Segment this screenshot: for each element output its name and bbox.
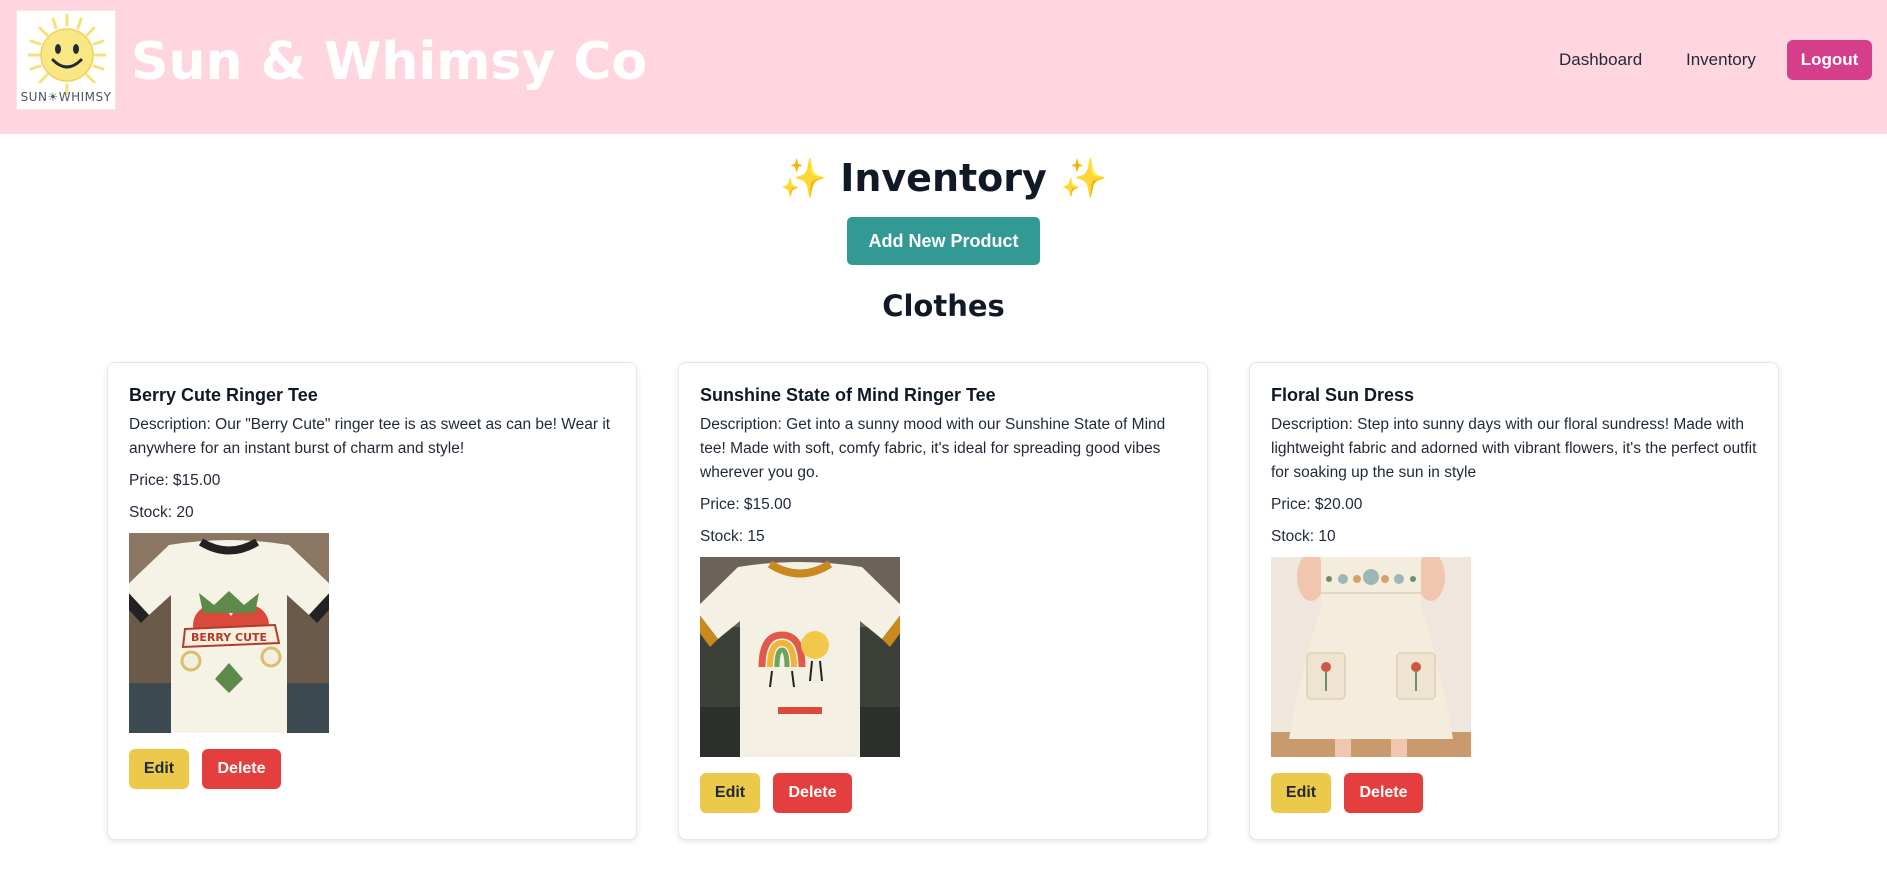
page-title: ✨ Inventory ✨ — [0, 150, 1887, 206]
logout-button[interactable]: Logout — [1787, 40, 1872, 80]
product-description: Description: Step into sunny days with o… — [1271, 416, 1757, 481]
tee-image-icon: BERRY CUTE — [129, 533, 329, 733]
card-actions: Edit Delete — [129, 749, 615, 789]
delete-button[interactable]: Delete — [1344, 773, 1423, 813]
brand-title: Sun & Whimsy Co — [131, 32, 648, 92]
product-price: Price: $15.00 — [700, 496, 792, 513]
product-card: Sunshine State of Mind Ringer Tee Descri… — [678, 362, 1208, 840]
product-price: Price: $20.00 — [1271, 496, 1363, 513]
page-title-text: Inventory — [840, 156, 1047, 200]
logo[interactable]: SUN☀WHIMSY — [16, 10, 116, 110]
sparkle-icon: ✨ — [1060, 156, 1108, 200]
card-actions: Edit Delete — [1271, 773, 1757, 813]
product-name: Floral Sun Dress — [1271, 385, 1415, 405]
product-description: Description: Get into a sunny mood with … — [700, 416, 1166, 481]
dress-image-icon — [1271, 557, 1471, 757]
edit-button[interactable]: Edit — [700, 773, 760, 813]
svg-text:BERRY CUTE: BERRY CUTE — [191, 631, 267, 644]
delete-button[interactable]: Delete — [202, 749, 281, 789]
add-new-product-button[interactable]: Add New Product — [847, 217, 1040, 265]
product-image — [700, 557, 900, 757]
logo-text: SUN☀WHIMSY — [20, 90, 112, 104]
product-image: BERRY CUTE — [129, 533, 329, 733]
product-stock: Stock: 15 — [700, 528, 765, 545]
delete-button[interactable]: Delete — [773, 773, 852, 813]
section-title: Clothes — [882, 289, 1005, 323]
edit-button[interactable]: Edit — [129, 749, 189, 789]
product-price: Price: $15.00 — [129, 472, 221, 489]
product-card: Floral Sun Dress Description: Step into … — [1249, 362, 1779, 840]
product-name: Sunshine State of Mind Ringer Tee — [700, 385, 996, 405]
nav-dashboard-link[interactable]: Dashboard — [1559, 46, 1642, 74]
card-actions: Edit Delete — [700, 773, 1186, 813]
product-stock: Stock: 10 — [1271, 528, 1336, 545]
product-card: Berry Cute Ringer Tee Description: Our "… — [107, 362, 637, 840]
site-header: SUN☀WHIMSY Sun & Whimsy Co Dashboard Inv… — [0, 0, 1887, 134]
product-name: Berry Cute Ringer Tee — [129, 385, 318, 405]
nav-inventory-link[interactable]: Inventory — [1686, 46, 1756, 74]
edit-button[interactable]: Edit — [1271, 773, 1331, 813]
tee-image-icon — [700, 557, 900, 757]
sparkle-icon: ✨ — [779, 156, 827, 200]
product-stock: Stock: 20 — [129, 504, 194, 521]
product-image — [1271, 557, 1471, 757]
product-description: Description: Our "Berry Cute" ringer tee… — [129, 416, 611, 457]
